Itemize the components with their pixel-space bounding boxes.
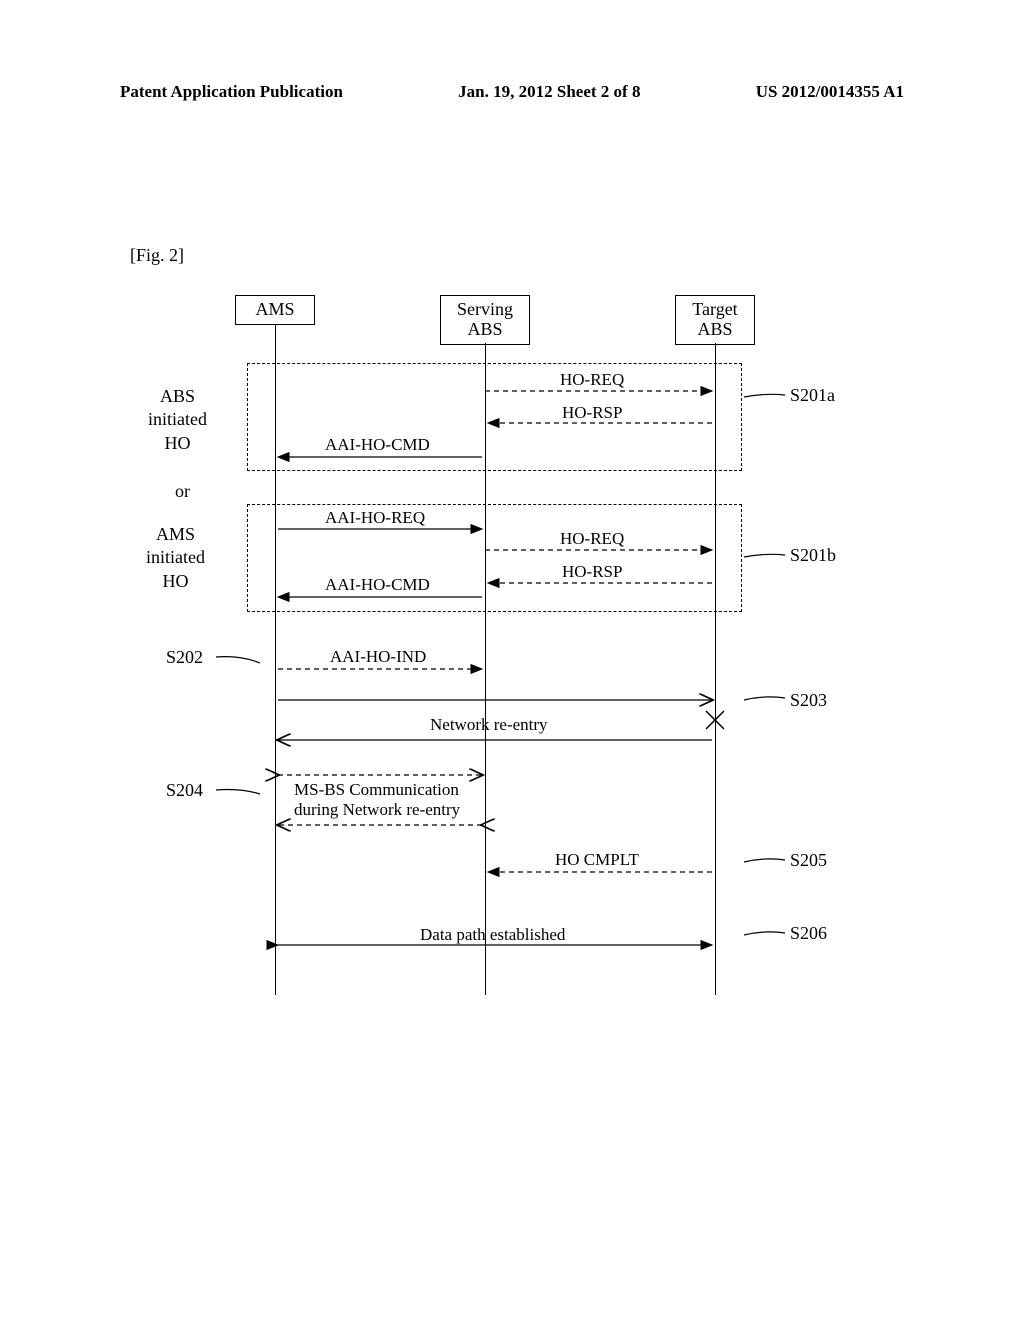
- callout-s204: S204: [166, 780, 203, 801]
- callout-s201a: S201a: [790, 385, 835, 406]
- callout-s205: S205: [790, 850, 827, 871]
- header-center: Jan. 19, 2012 Sheet 2 of 8: [458, 82, 640, 102]
- header-left: Patent Application Publication: [120, 82, 343, 102]
- msg-aai-ho-cmd-1: AAI-HO-CMD: [325, 435, 430, 455]
- msg-aai-ho-req: AAI-HO-REQ: [325, 508, 425, 528]
- group-ams-initiated: [247, 504, 742, 612]
- callout-s206: S206: [790, 923, 827, 944]
- msg-ho-rsp-1: HO-RSP: [562, 403, 622, 423]
- msg-aai-ho-ind: AAI-HO-IND: [330, 647, 426, 667]
- figure-label: [Fig. 2]: [130, 245, 184, 266]
- msg-ms-bs-1: MS-BS Communication: [294, 780, 459, 800]
- msg-ho-req-1: HO-REQ: [560, 370, 624, 390]
- msg-ho-rsp-2: HO-RSP: [562, 562, 622, 582]
- msg-aai-ho-cmd-2: AAI-HO-CMD: [325, 575, 430, 595]
- label-abs-initiated: ABS initiated HO: [148, 385, 207, 455]
- callout-s201b: S201b: [790, 545, 836, 566]
- node-target-abs: Target ABS: [675, 295, 755, 345]
- header-right: US 2012/0014355 A1: [756, 82, 904, 102]
- msg-ms-bs-2: during Network re-entry: [294, 800, 460, 820]
- group-abs-initiated: [247, 363, 742, 471]
- callout-s203: S203: [790, 690, 827, 711]
- msg-data-path: Data path established: [420, 925, 565, 945]
- sequence-diagram: AMS Serving ABS Target ABS ABS initiated…: [130, 295, 890, 995]
- node-serving-abs: Serving ABS: [440, 295, 530, 345]
- msg-ho-cmplt: HO CMPLT: [555, 850, 639, 870]
- label-ams-initiated: AMS initiated HO: [146, 523, 205, 593]
- node-ams: AMS: [235, 295, 315, 325]
- label-or: or: [175, 480, 190, 503]
- callout-s202: S202: [166, 647, 203, 668]
- msg-ho-req-2: HO-REQ: [560, 529, 624, 549]
- msg-network-reentry: Network re-entry: [430, 715, 548, 735]
